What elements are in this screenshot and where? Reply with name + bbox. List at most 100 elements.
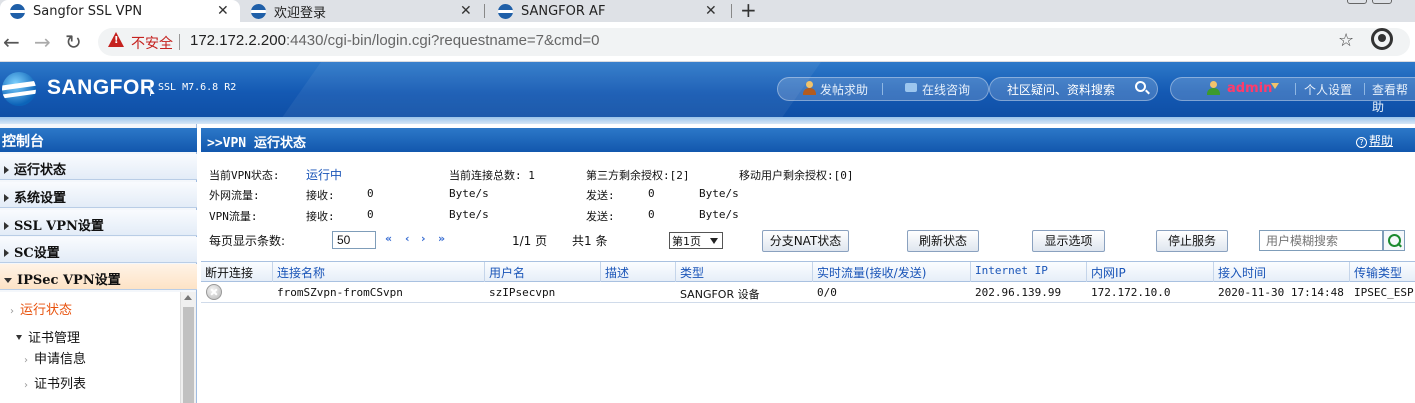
header-subbar [0,117,1415,124]
reload-icon[interactable]: ↻ [65,30,82,54]
stop-service-button[interactable]: 停止服务 [1156,230,1228,252]
cell-transport-type: IPSEC_ESP [1354,286,1414,299]
admin-username[interactable]: admin [1227,81,1272,96]
col-description[interactable]: 描述 [601,264,629,282]
wan-traffic-label: 外网流量: [209,189,260,202]
online-consult-link[interactable]: 在线咨询 [922,81,970,98]
sidebar-title: 控制台 [0,128,197,152]
submenu-label: 证书列表 [34,377,87,392]
tab-title: Sangfor SSL VPN [33,3,143,19]
url-host: 172.172.2.200 [190,32,286,49]
wan-send-unit: Byte/s [699,187,739,200]
search-button[interactable] [1383,230,1405,251]
col-lan-ip[interactable]: 内网IP [1087,264,1126,282]
brand-separator [150,82,151,96]
tab-sangfor-ssl-vpn[interactable]: Sangfor SSL VPN ✕ [0,0,240,22]
close-icon[interactable]: ✕ [460,3,472,19]
close-icon[interactable]: ✕ [217,3,229,19]
sidebar-item-ssl-vpn[interactable]: SSL VPN设置 [0,210,197,236]
new-tab-icon[interactable]: + [740,0,757,22]
warning-icon [108,32,124,47]
search-icon[interactable] [1135,81,1146,92]
close-icon[interactable]: ✕ [705,3,717,19]
sidebar-item-label: IPSec VPN设置 [17,273,121,288]
help-link[interactable]: ? 帮助 [1355,132,1393,149]
url-separator [179,34,180,50]
per-page-input[interactable] [332,231,376,249]
branch-nat-status-button[interactable]: 分支NAT状态 [762,230,849,252]
sidebar-item-sc[interactable]: SC设置 [0,237,197,263]
submenu-cert-list[interactable]: › 证书列表 [24,373,86,392]
first-page-button[interactable]: « [385,232,392,245]
col-transport-type[interactable]: 传输类型 [1350,264,1402,282]
user-search-input[interactable] [1259,230,1383,251]
cell-lan-ip: 172.172.10.0 [1091,286,1171,299]
send-label: 发送: [586,189,615,202]
admin-user-icon [1207,81,1220,95]
bookmark-star-icon[interactable]: ☆ [1338,30,1354,51]
submenu-label: 证书管理 [28,331,81,346]
sidebar-item-system-settings[interactable]: 系统设置 [0,182,197,208]
address-bar: ← → ↻ 不安全 172.172.2.200:4430/cgi-bin/log… [0,22,1415,62]
col-disconnect[interactable]: 断开连接 [201,264,253,282]
sangfor-favicon [251,3,266,19]
sidebar-item-run-status[interactable]: 运行状态 [0,154,197,180]
wan-send-value: 0 [648,187,655,200]
submenu-apply-info[interactable]: › 申请信息 [24,348,86,367]
col-type[interactable]: 类型 [676,264,704,282]
post-help-link[interactable]: 发帖求助 [820,81,868,98]
sangfor-logo-icon [2,72,36,106]
tab-welcome-login[interactable]: 欢迎登录 ✕ [245,0,485,22]
last-page-button[interactable]: » [438,232,445,245]
page-title-bar: >>VPN 运行状态 ? 帮助 [201,128,1415,152]
main-panel: >>VPN 运行状态 ? 帮助 当前VPN状态: 运行中 当前连接总数: 1 第三… [201,124,1415,403]
page-select-value: 第1页 [672,235,701,248]
col-access-time[interactable]: 接入时间 [1214,264,1266,282]
url-text[interactable]: 172.172.2.200:4430/cgi-bin/login.cgi?req… [190,32,599,49]
scroll-up-icon[interactable] [184,295,192,300]
submenu-cert-mgmt[interactable]: 证书管理 [16,327,80,346]
personal-settings-link[interactable]: 个人设置 [1304,81,1352,98]
sidebar-item-ipsec-vpn[interactable]: IPSec VPN设置 [0,264,197,290]
sidebar-item-label: SC设置 [14,246,60,261]
community-search-link[interactable]: 社区疑问、资料搜索 [1007,81,1115,98]
window-restore-icon[interactable] [1347,0,1367,4]
sidebar-item-label: 系统设置 [14,191,67,206]
table-header: 断开连接 连接名称 用户名 描述 类型 实时流量(接收/发送) Internet… [201,261,1415,283]
profile-icon[interactable] [1371,28,1393,50]
vpn-state-value: 运行中 [306,168,343,182]
prev-page-button[interactable]: ‹ [405,232,410,245]
forward-icon[interactable]: → [34,30,51,54]
col-internet-ip[interactable]: Internet IP [971,264,1048,282]
col-connection-name[interactable]: 连接名称 [273,264,325,282]
submenu-label: 运行状态 [20,303,73,318]
app-header: SANGFOR SSL M7.6.8 R2 发帖求助 在线咨询 社区疑问、资料搜… [0,62,1415,117]
vpn-recv-unit: Byte/s [449,208,489,221]
cell-traffic: 0/0 [817,286,837,299]
back-icon[interactable]: ← [3,30,20,54]
scrollbar-thumb[interactable] [183,307,194,403]
insecure-label[interactable]: 不安全 [131,33,173,53]
tab-sangfor-af[interactable]: SANGFOR AF ✕ [490,0,730,22]
vpn-send-unit: Byte/s [699,208,739,221]
brand-name: SANGFOR [47,76,156,99]
view-help-link[interactable]: 查看帮助 [1372,81,1415,115]
col-realtime-traffic[interactable]: 实时流量(接收/发送) [813,264,926,282]
display-options-button[interactable]: 显示选项 [1032,230,1105,252]
next-page-button[interactable]: › [421,232,426,245]
refresh-status-button[interactable]: 刷新状态 [907,230,979,252]
page-title: >>VPN 运行状态 [207,136,306,151]
col-username[interactable]: 用户名 [485,264,525,282]
submenu-run-status[interactable]: › 运行状态 [10,299,72,318]
disconnect-icon[interactable] [206,284,222,300]
wan-recv-unit: Byte/s [449,187,489,200]
page-select[interactable]: 第1页 [669,232,723,249]
window-close-icon[interactable] [1372,0,1392,4]
wan-recv-value: 0 [367,187,374,200]
status-area: 当前VPN状态: 运行中 当前连接总数: 1 第三方剩余授权:[2] 移动用户剩… [201,152,1415,262]
sidebar-item-label: SSL VPN设置 [14,219,104,234]
url-field[interactable]: 不安全 172.172.2.200:4430/cgi-bin/login.cgi… [98,28,1410,56]
chevron-down-icon[interactable] [1271,83,1279,89]
cell-type: SANGFOR 设备 [680,288,760,301]
cell-access-time: 2020-11-30 17:14:48 [1218,286,1344,299]
